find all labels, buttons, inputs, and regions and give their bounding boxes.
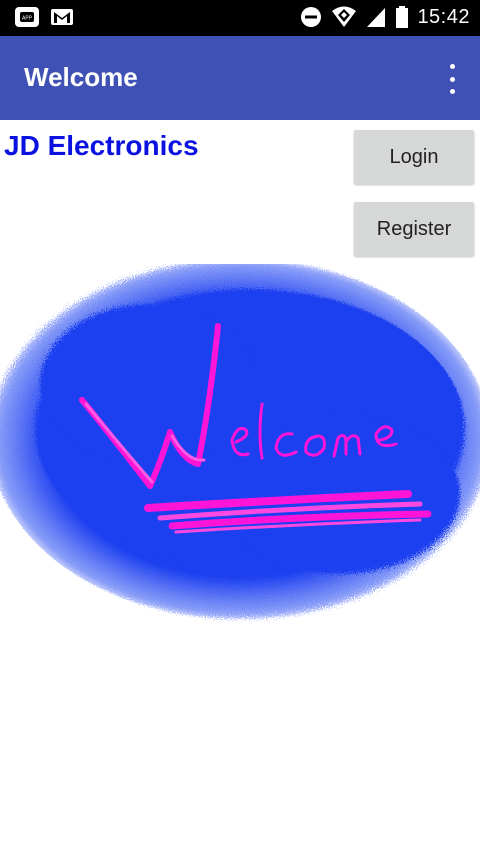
more-vert-icon-dot xyxy=(449,89,455,94)
status-right: 15:42 xyxy=(299,5,470,29)
battery-icon xyxy=(395,5,409,29)
wifi-icon xyxy=(331,5,357,29)
more-vert-icon-dot xyxy=(449,76,455,82)
app-icon: APP xyxy=(14,6,40,28)
welcome-banner-image xyxy=(0,264,480,624)
app-bar: Welcome xyxy=(0,36,480,120)
svg-text:APP: APP xyxy=(22,16,33,22)
login-button[interactable]: Login xyxy=(354,130,474,184)
status-clock: 15:42 xyxy=(417,5,470,28)
app-bar-title: Welcome xyxy=(24,62,138,92)
status-bar: APP 15:42 xyxy=(0,0,480,36)
overflow-menu-button[interactable] xyxy=(442,64,462,94)
do-not-disturb-icon xyxy=(299,5,323,29)
signal-icon xyxy=(365,5,387,29)
register-button[interactable]: Register xyxy=(354,202,474,256)
status-left: APP xyxy=(14,6,74,28)
store-name: JD Electronics xyxy=(4,130,199,161)
gmail-icon xyxy=(50,6,74,28)
more-vert-icon xyxy=(449,64,455,69)
